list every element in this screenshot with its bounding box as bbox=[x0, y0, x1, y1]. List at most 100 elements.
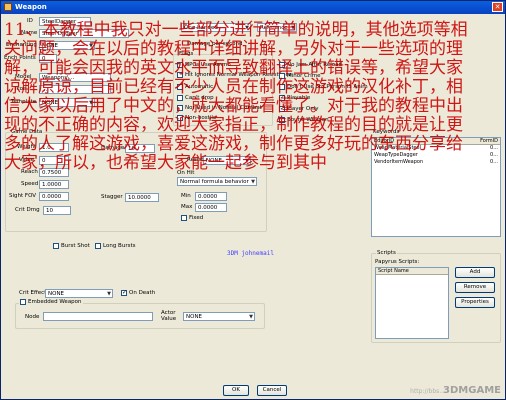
min-field[interactable]: 0.0000 bbox=[195, 192, 227, 201]
remove-button[interactable]: Remove bbox=[455, 282, 495, 293]
keyword-formid: FormID bbox=[480, 138, 498, 144]
burst-shot-label: Burst Shot bbox=[61, 243, 90, 249]
ench-points-label: Ench Points bbox=[4, 55, 36, 61]
automatic-checkbox[interactable]: Automatic bbox=[177, 84, 213, 90]
keywords-list[interactable]: EditorID FormID WeapMaterialSteel 0... WeapT… bbox=[371, 137, 501, 237]
model-label: Model bbox=[15, 74, 32, 80]
keyword-formid: 0... bbox=[490, 152, 498, 158]
burst-shot-checkbox[interactable]: Burst Shot bbox=[53, 243, 90, 249]
reach-label: Reach bbox=[21, 169, 38, 175]
resist-label: Resist bbox=[187, 157, 204, 163]
speed-field[interactable]: 1.0000 bbox=[39, 180, 69, 189]
stagger-field[interactable]: 10.0000 bbox=[125, 193, 159, 202]
weight-field[interactable]: 1.0 bbox=[39, 143, 69, 152]
reach-field[interactable]: 0.7500 bbox=[39, 168, 69, 177]
right-flag-checkbox[interactable]: Bound Weapon bbox=[279, 117, 329, 123]
min-label: Min bbox=[181, 193, 191, 199]
damage-field[interactable]: 10 bbox=[125, 144, 155, 153]
embedded-weapon-label: Embedded Weapon bbox=[28, 299, 82, 305]
template-combo[interactable]: NONE bbox=[39, 98, 95, 107]
damage-label: Damage bbox=[101, 145, 125, 151]
scripts-list[interactable]: Script Name bbox=[375, 267, 449, 339]
actor-value-label: Actor Value bbox=[161, 310, 177, 322]
fixed-label: Fixed bbox=[189, 215, 204, 221]
fixed-checkbox[interactable]: Fixed bbox=[181, 215, 203, 221]
scripts-title: Scripts bbox=[376, 250, 397, 256]
npcs-use-ammo-checkbox[interactable]: NPCs Use Ammo bbox=[177, 62, 231, 68]
list-item[interactable]: WeapTypeDagger 0... bbox=[372, 152, 500, 159]
embedded-weapon-checkbox[interactable]: Embedded Weapon bbox=[19, 299, 83, 305]
keywords-header[interactable]: EditorID FormID bbox=[372, 138, 500, 145]
watermark-url: http://bbs... bbox=[410, 388, 445, 395]
icon-field[interactable]: ... bbox=[39, 85, 111, 94]
npcs-use-ammo-label: NPCs Use Ammo bbox=[185, 62, 231, 68]
add-button[interactable]: Add bbox=[455, 267, 495, 278]
right-flag-label: Bound Weapon bbox=[287, 117, 329, 123]
cant-drop-checkbox[interactable]: Can't drop bbox=[177, 95, 214, 101]
keywords-title: Keywords bbox=[373, 129, 400, 135]
flags-title: Flags bbox=[178, 51, 195, 57]
right-flag-checkbox[interactable]: Don't Use 3rd Person IS Anim bbox=[279, 84, 368, 90]
actor-value-combo[interactable]: NONE bbox=[183, 312, 255, 321]
weight-label: Weight bbox=[17, 144, 37, 150]
keyword-name: WeapMaterialSteel bbox=[374, 145, 421, 151]
keyword-formid: 0... bbox=[490, 145, 498, 151]
right-flag-checkbox[interactable]: ✓ Player Only bbox=[279, 106, 318, 112]
reference-combo[interactable]: Reference bbox=[257, 23, 297, 32]
crit-dmg-field[interactable]: 10 bbox=[43, 206, 71, 215]
long-bursts-checkbox[interactable]: Long Bursts bbox=[95, 243, 135, 249]
stagger-label: Stagger bbox=[101, 194, 123, 200]
close-button[interactable]: ✕ bbox=[492, 2, 503, 12]
keyword-formid: 0... bbox=[490, 159, 498, 165]
right-flag-label: Minor Crime bbox=[287, 73, 321, 79]
resist-combo[interactable]: NONE bbox=[203, 156, 251, 165]
keyword-name: EditorID bbox=[374, 138, 395, 144]
checkmark-icon: ✓ bbox=[279, 94, 286, 101]
node-field[interactable] bbox=[43, 312, 153, 321]
cant-drop-label: Can't drop bbox=[185, 95, 214, 101]
template-label: Template bbox=[11, 99, 37, 105]
model-field[interactable]: Weapons\... bbox=[39, 73, 111, 82]
papyrus-scripts-label: Papyrus Scripts: bbox=[375, 259, 420, 265]
cancel-button[interactable]: Cancel bbox=[257, 385, 287, 396]
hit-ignores-resist-checkbox[interactable]: Hit Ignores Normal Weapon Resistance bbox=[177, 72, 292, 78]
checkmark-icon: ✓ bbox=[279, 105, 286, 112]
ok-button[interactable]: OK bbox=[223, 385, 249, 396]
ench-points-field[interactable]: 0 bbox=[39, 54, 57, 63]
hand-combo[interactable]: One-handed bbox=[181, 23, 251, 32]
name-label: Name bbox=[21, 30, 38, 36]
on-hit-label: On Hit bbox=[177, 170, 195, 176]
icon-label: Icon bbox=[15, 86, 27, 92]
sight-fov-label: Sight FOV bbox=[9, 193, 37, 199]
enchanting-combo[interactable]: NONE bbox=[39, 41, 95, 50]
checkmark-icon: ✓ bbox=[121, 289, 128, 296]
node-label: Node bbox=[25, 314, 40, 320]
right-flag-checkbox[interactable]: Minor Crime bbox=[279, 73, 321, 79]
long-bursts-label: Long Bursts bbox=[103, 243, 136, 249]
non-hostile-checkbox[interactable]: Non-hostile bbox=[177, 115, 216, 121]
crit-dmg-label: Crit Dmg bbox=[15, 207, 40, 213]
checkbox-box bbox=[279, 62, 285, 68]
credit-text: 3DM johnemail bbox=[227, 250, 274, 257]
weapon-icon bbox=[4, 3, 12, 11]
list-item[interactable]: VendorItemWeapon 0... bbox=[372, 159, 500, 166]
properties-button[interactable]: Properties bbox=[455, 297, 495, 308]
script-name-header[interactable]: Script Name bbox=[376, 268, 448, 275]
id-field[interactable]: SteelDagger bbox=[39, 17, 91, 26]
right-flag-label: Playable bbox=[287, 95, 311, 101]
crit-effect-combo[interactable]: NONE bbox=[45, 289, 113, 298]
sight-fov-field[interactable]: 0.0000 bbox=[39, 192, 69, 201]
on-death-checkbox[interactable]: ✓ On Death bbox=[121, 290, 155, 296]
keyword-name: WeapTypeDagger bbox=[374, 152, 418, 158]
name-field[interactable]: Steel Dagger bbox=[39, 29, 129, 38]
title-bar: Weapon ✕ bbox=[1, 1, 505, 14]
on-hit-combo[interactable]: Normal formula behavior bbox=[177, 177, 257, 186]
value-field[interactable]: 0 bbox=[39, 156, 69, 165]
window-title: Weapon bbox=[15, 3, 47, 11]
max-field[interactable]: 0.0000 bbox=[195, 203, 227, 212]
enchanting-label: Enchanting bbox=[6, 42, 37, 48]
right-flag-checkbox[interactable]: ✓ Playable bbox=[279, 95, 310, 101]
not-normal-combat-checkbox[interactable]: Not Used in Normal Combat bbox=[177, 105, 262, 111]
list-item[interactable]: WeapMaterialSteel 0... bbox=[372, 145, 500, 152]
right-flag-checkbox[interactable]: No Jam After Reload bbox=[279, 62, 342, 68]
